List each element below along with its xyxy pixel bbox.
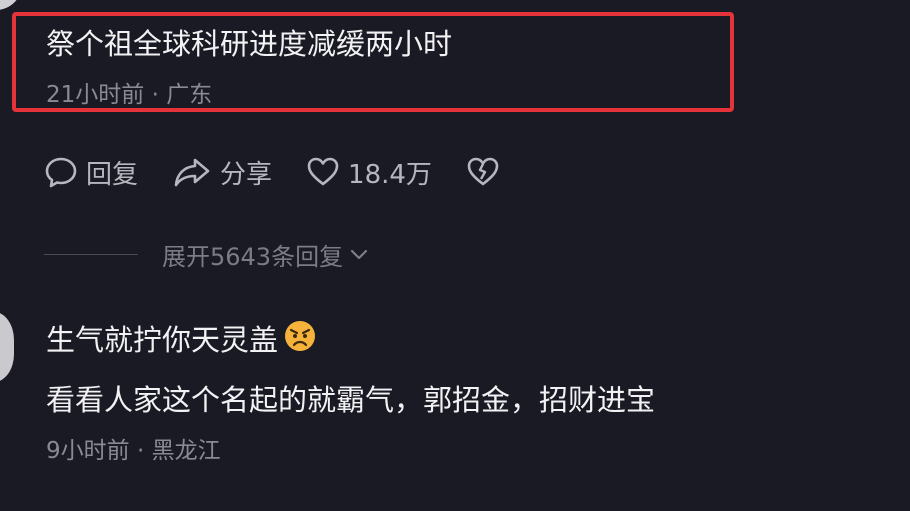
chevron-down-icon bbox=[350, 249, 368, 260]
expand-replies-label: 展开5643条回复 bbox=[162, 242, 344, 271]
heart-icon bbox=[307, 157, 339, 186]
divider bbox=[44, 253, 138, 255]
like-count: 18.4万 bbox=[348, 159, 432, 190]
comment-text: 生气就拧你天灵盖 bbox=[46, 323, 279, 357]
angry-face-icon bbox=[284, 320, 316, 360]
comment-action-bar: 回复 分享 18.4万 bbox=[44, 152, 534, 192]
broken-heart-icon bbox=[467, 157, 499, 186]
dislike-button[interactable] bbox=[466, 155, 500, 189]
comment-list: 祭个祖全球科研进度减缓两小时 21小时前 · 广东 回复 分享 18.4万 展开… bbox=[0, 0, 910, 511]
reply-label: 回复 bbox=[86, 159, 139, 190]
reply-bubble-icon bbox=[45, 157, 77, 188]
share-label: 分享 bbox=[220, 159, 273, 190]
reply-button[interactable]: 回复 bbox=[44, 154, 138, 191]
avatar[interactable] bbox=[0, 312, 14, 382]
avatar[interactable] bbox=[0, 0, 22, 10]
expand-replies-button[interactable]: 展开5643条回复 bbox=[162, 237, 371, 272]
like-button[interactable]: 18.4万 bbox=[306, 154, 432, 191]
comment-text-line-2: 看看人家这个名起的就霸气，郭招金，招财进宝 bbox=[46, 383, 656, 417]
comment-text-line-1: 生气就拧你天灵盖 bbox=[46, 320, 316, 360]
share-arrow-icon bbox=[174, 158, 210, 187]
comment-meta: 9小时前 · 黑龙江 bbox=[46, 438, 221, 464]
highlight-annotation-box bbox=[12, 12, 734, 112]
expand-replies-row: 展开5643条回复 bbox=[44, 236, 371, 272]
share-button[interactable]: 分享 bbox=[172, 154, 272, 191]
